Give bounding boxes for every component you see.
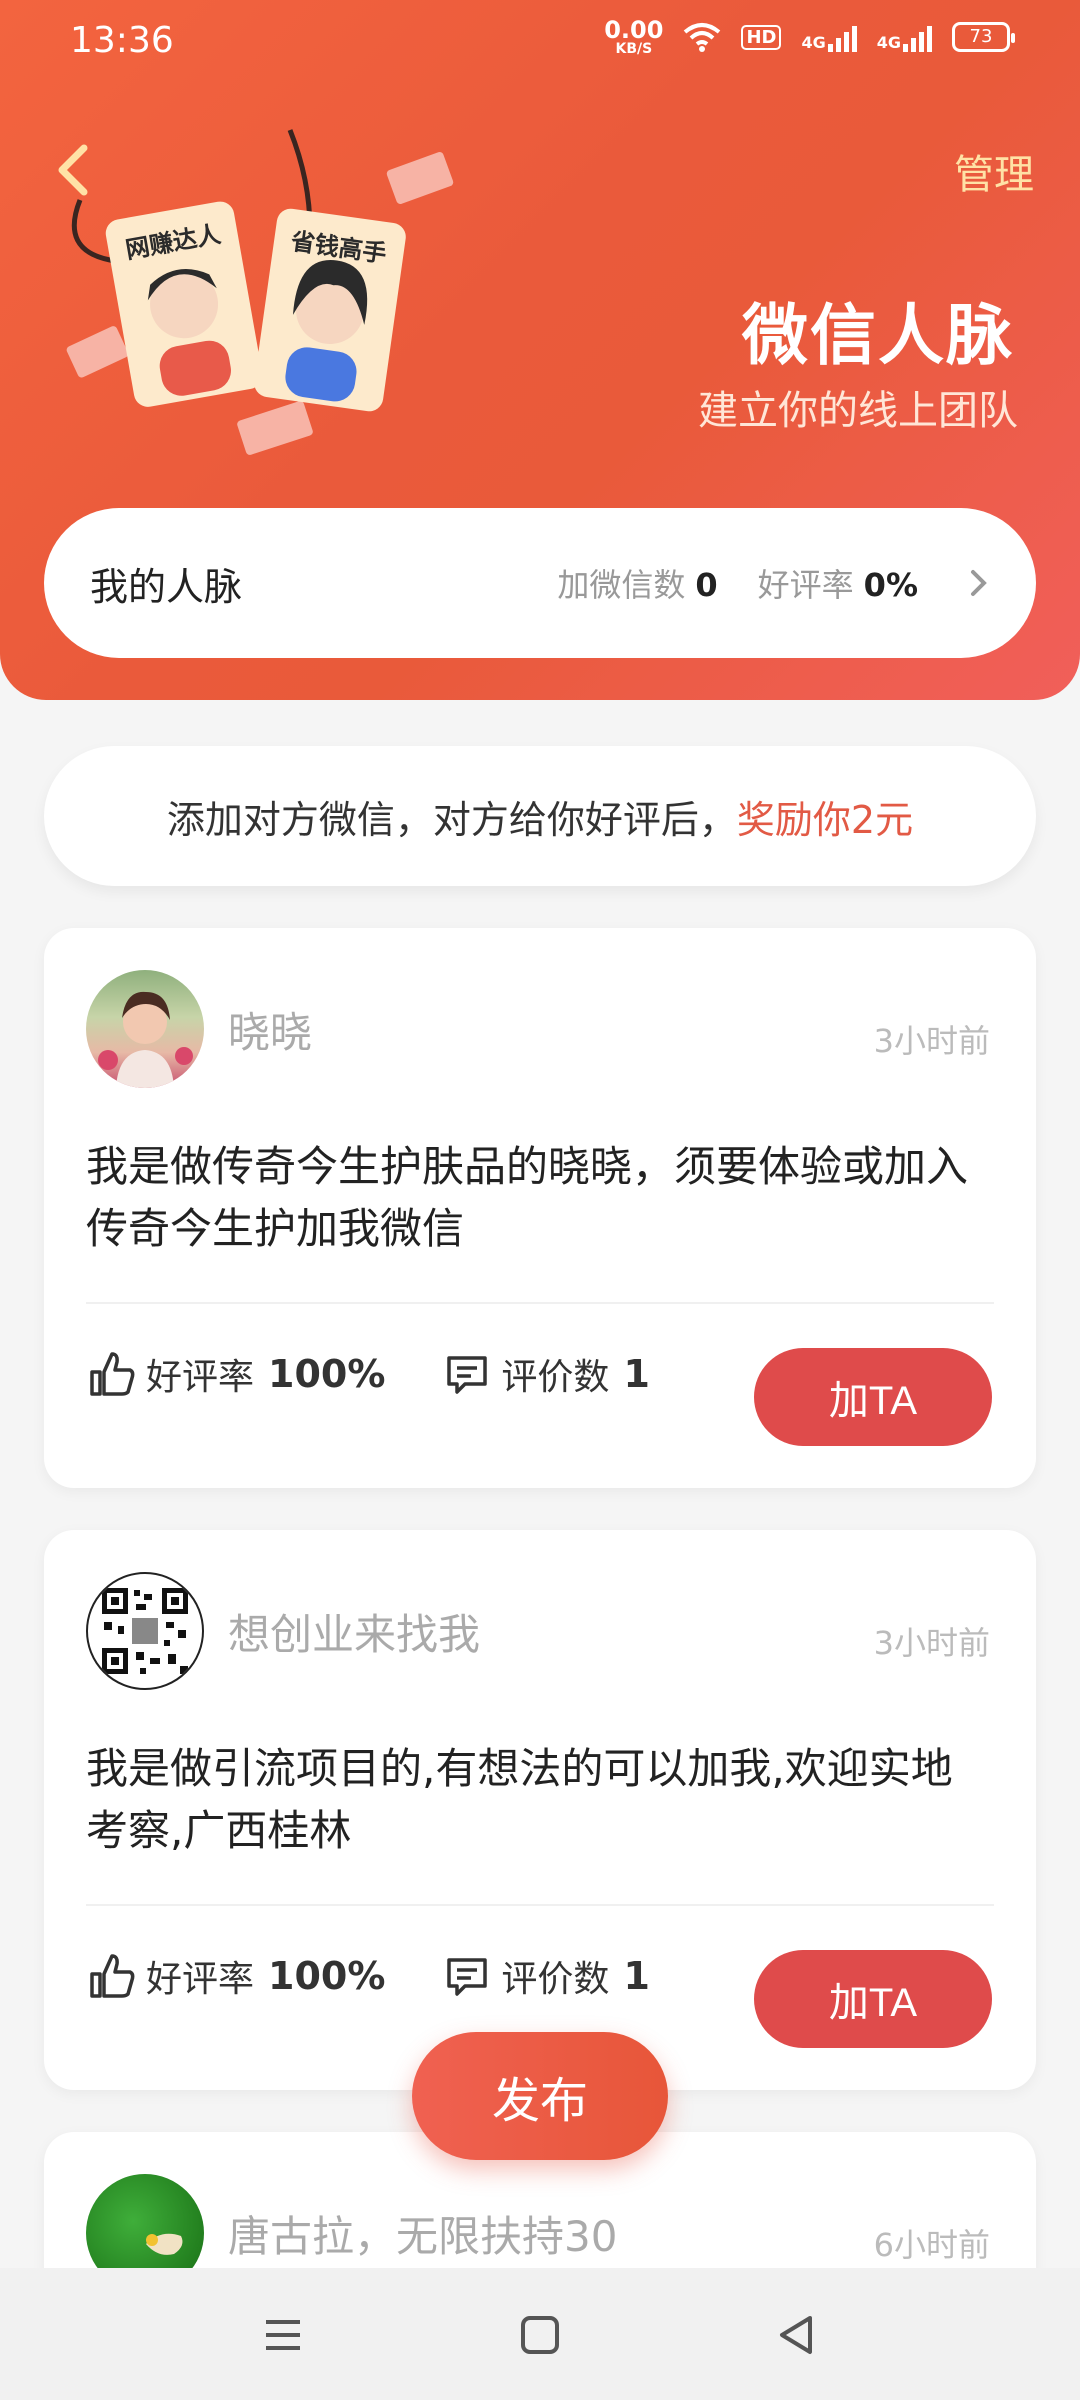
divider (86, 1302, 994, 1304)
illustration-image: 网赚达人 省钱高手 (66, 129, 454, 455)
net-speed-value: 0.00 (604, 16, 664, 44)
hd-badge: HD (741, 24, 782, 50)
battery-indicator: 73 (952, 22, 1015, 52)
wechat-added-label: 加微信数 (557, 566, 686, 604)
comment-icon (447, 1958, 488, 1996)
avatar-photo (98, 991, 193, 1088)
add-contact-button[interactable]: 加TA (754, 1950, 992, 2048)
page-subtitle: 建立你的线上团队 (698, 388, 1018, 434)
menu-icon[interactable] (258, 2312, 308, 2358)
comment-icon (447, 1356, 488, 1394)
card-header: 晓晓 (86, 970, 312, 1088)
avatar[interactable] (86, 1572, 204, 1690)
publish-button[interactable]: 发布 (412, 2032, 668, 2160)
thumbs-up-icon (90, 1352, 135, 1396)
status-bar: 13:36 0.00 KB/S HD 4G 4G 73 (0, 0, 1080, 80)
signal-1: 4G (801, 22, 857, 52)
thumbs-up-icon (90, 1954, 135, 1998)
signal-bars-icon (903, 22, 932, 52)
page-title: 微信人脉 (742, 297, 1014, 374)
reviews-label: 评价数 (501, 1959, 610, 2000)
my-contacts-summary[interactable]: 我的人脉 加微信数 0 好评率 0% (44, 508, 1036, 658)
contact-name: 晓晓 (228, 1007, 313, 1057)
avatar[interactable] (86, 970, 204, 1088)
post-content: 我是做引流项目的,有想法的可以加我,欢迎实地考察,广西桂林 (86, 1744, 953, 1855)
rating-label: 好评率 (146, 1357, 255, 1398)
contact-card: 想创业来找我 3小时前 我是做引流项目的,有想法的可以加我,欢迎实地考察,广西桂… (44, 1530, 1036, 2090)
reward-notice: 添加对方微信，对方给你好评后， 奖励你2元 (44, 746, 1036, 886)
reviews-label: 评价数 (501, 1357, 610, 1398)
contact-name: 唐古拉，无限扶持30 (228, 2211, 618, 2261)
my-contacts-title: 我的人脉 (90, 564, 243, 609)
sim1-label: 4G (801, 33, 826, 52)
system-nav-bar (0, 2268, 1080, 2400)
post-time: 3小时前 (873, 1624, 990, 1662)
card-header: 想创业来找我 (86, 1572, 480, 1690)
rating-value: 0% (863, 566, 918, 604)
divider (86, 1904, 994, 1906)
notice-reward: 奖励你2元 (736, 797, 914, 842)
contact-card: 晓晓 3小时前 我是做传奇今生护肤品的晓晓，须要体验或加入传奇今生护加我微信 好… (44, 928, 1036, 1488)
sim2-label: 4G (876, 33, 901, 52)
wifi-icon (684, 23, 721, 52)
net-speed-unit: KB/S (615, 41, 653, 57)
status-time: 13:36 (70, 20, 174, 61)
rating-stat: 好评率 0% (758, 560, 918, 606)
add-contact-button[interactable]: 加TA (754, 1348, 992, 1446)
home-icon[interactable] (515, 2312, 565, 2358)
wechat-added-value: 0 (695, 566, 718, 604)
reviews-value: 1 (623, 1352, 650, 1396)
contact-name: 想创业来找我 (228, 1609, 481, 1659)
reviews-value: 1 (623, 1954, 650, 1998)
rating-label: 好评率 (757, 566, 854, 604)
post-time: 3小时前 (873, 1022, 990, 1060)
card-stats: 好评率 100% 评价数 1 (86, 1950, 650, 2002)
net-speed: 0.00 KB/S (604, 18, 663, 56)
signal-bars-icon (827, 22, 857, 52)
signal-2: 4G (877, 22, 932, 52)
manage-button[interactable]: 管理 (954, 142, 1034, 200)
back-triangle-icon[interactable] (772, 2312, 822, 2358)
wechat-added-stat: 加微信数 0 (557, 560, 717, 606)
rating-value: 100% (268, 1954, 386, 1998)
notice-text: 添加对方微信，对方给你好评后， (166, 797, 737, 842)
post-content: 我是做传奇今生护肤品的晓晓，须要体验或加入传奇今生护加我微信 (86, 1142, 969, 1253)
status-icons: 0.00 KB/S HD 4G 4G 73 (604, 18, 1015, 56)
card-stats: 好评率 100% 评价数 1 (86, 1348, 650, 1400)
header-banner: 13:36 0.00 KB/S HD 4G 4G 73 管理 网赚达人 省钱高手… (0, 0, 1080, 700)
qr-code-avatar (102, 1588, 188, 1674)
chevron-right-icon (971, 570, 987, 596)
rating-value: 100% (268, 1352, 386, 1396)
rating-label: 好评率 (146, 1959, 255, 2000)
post-time: 6小时前 (873, 2226, 990, 2264)
